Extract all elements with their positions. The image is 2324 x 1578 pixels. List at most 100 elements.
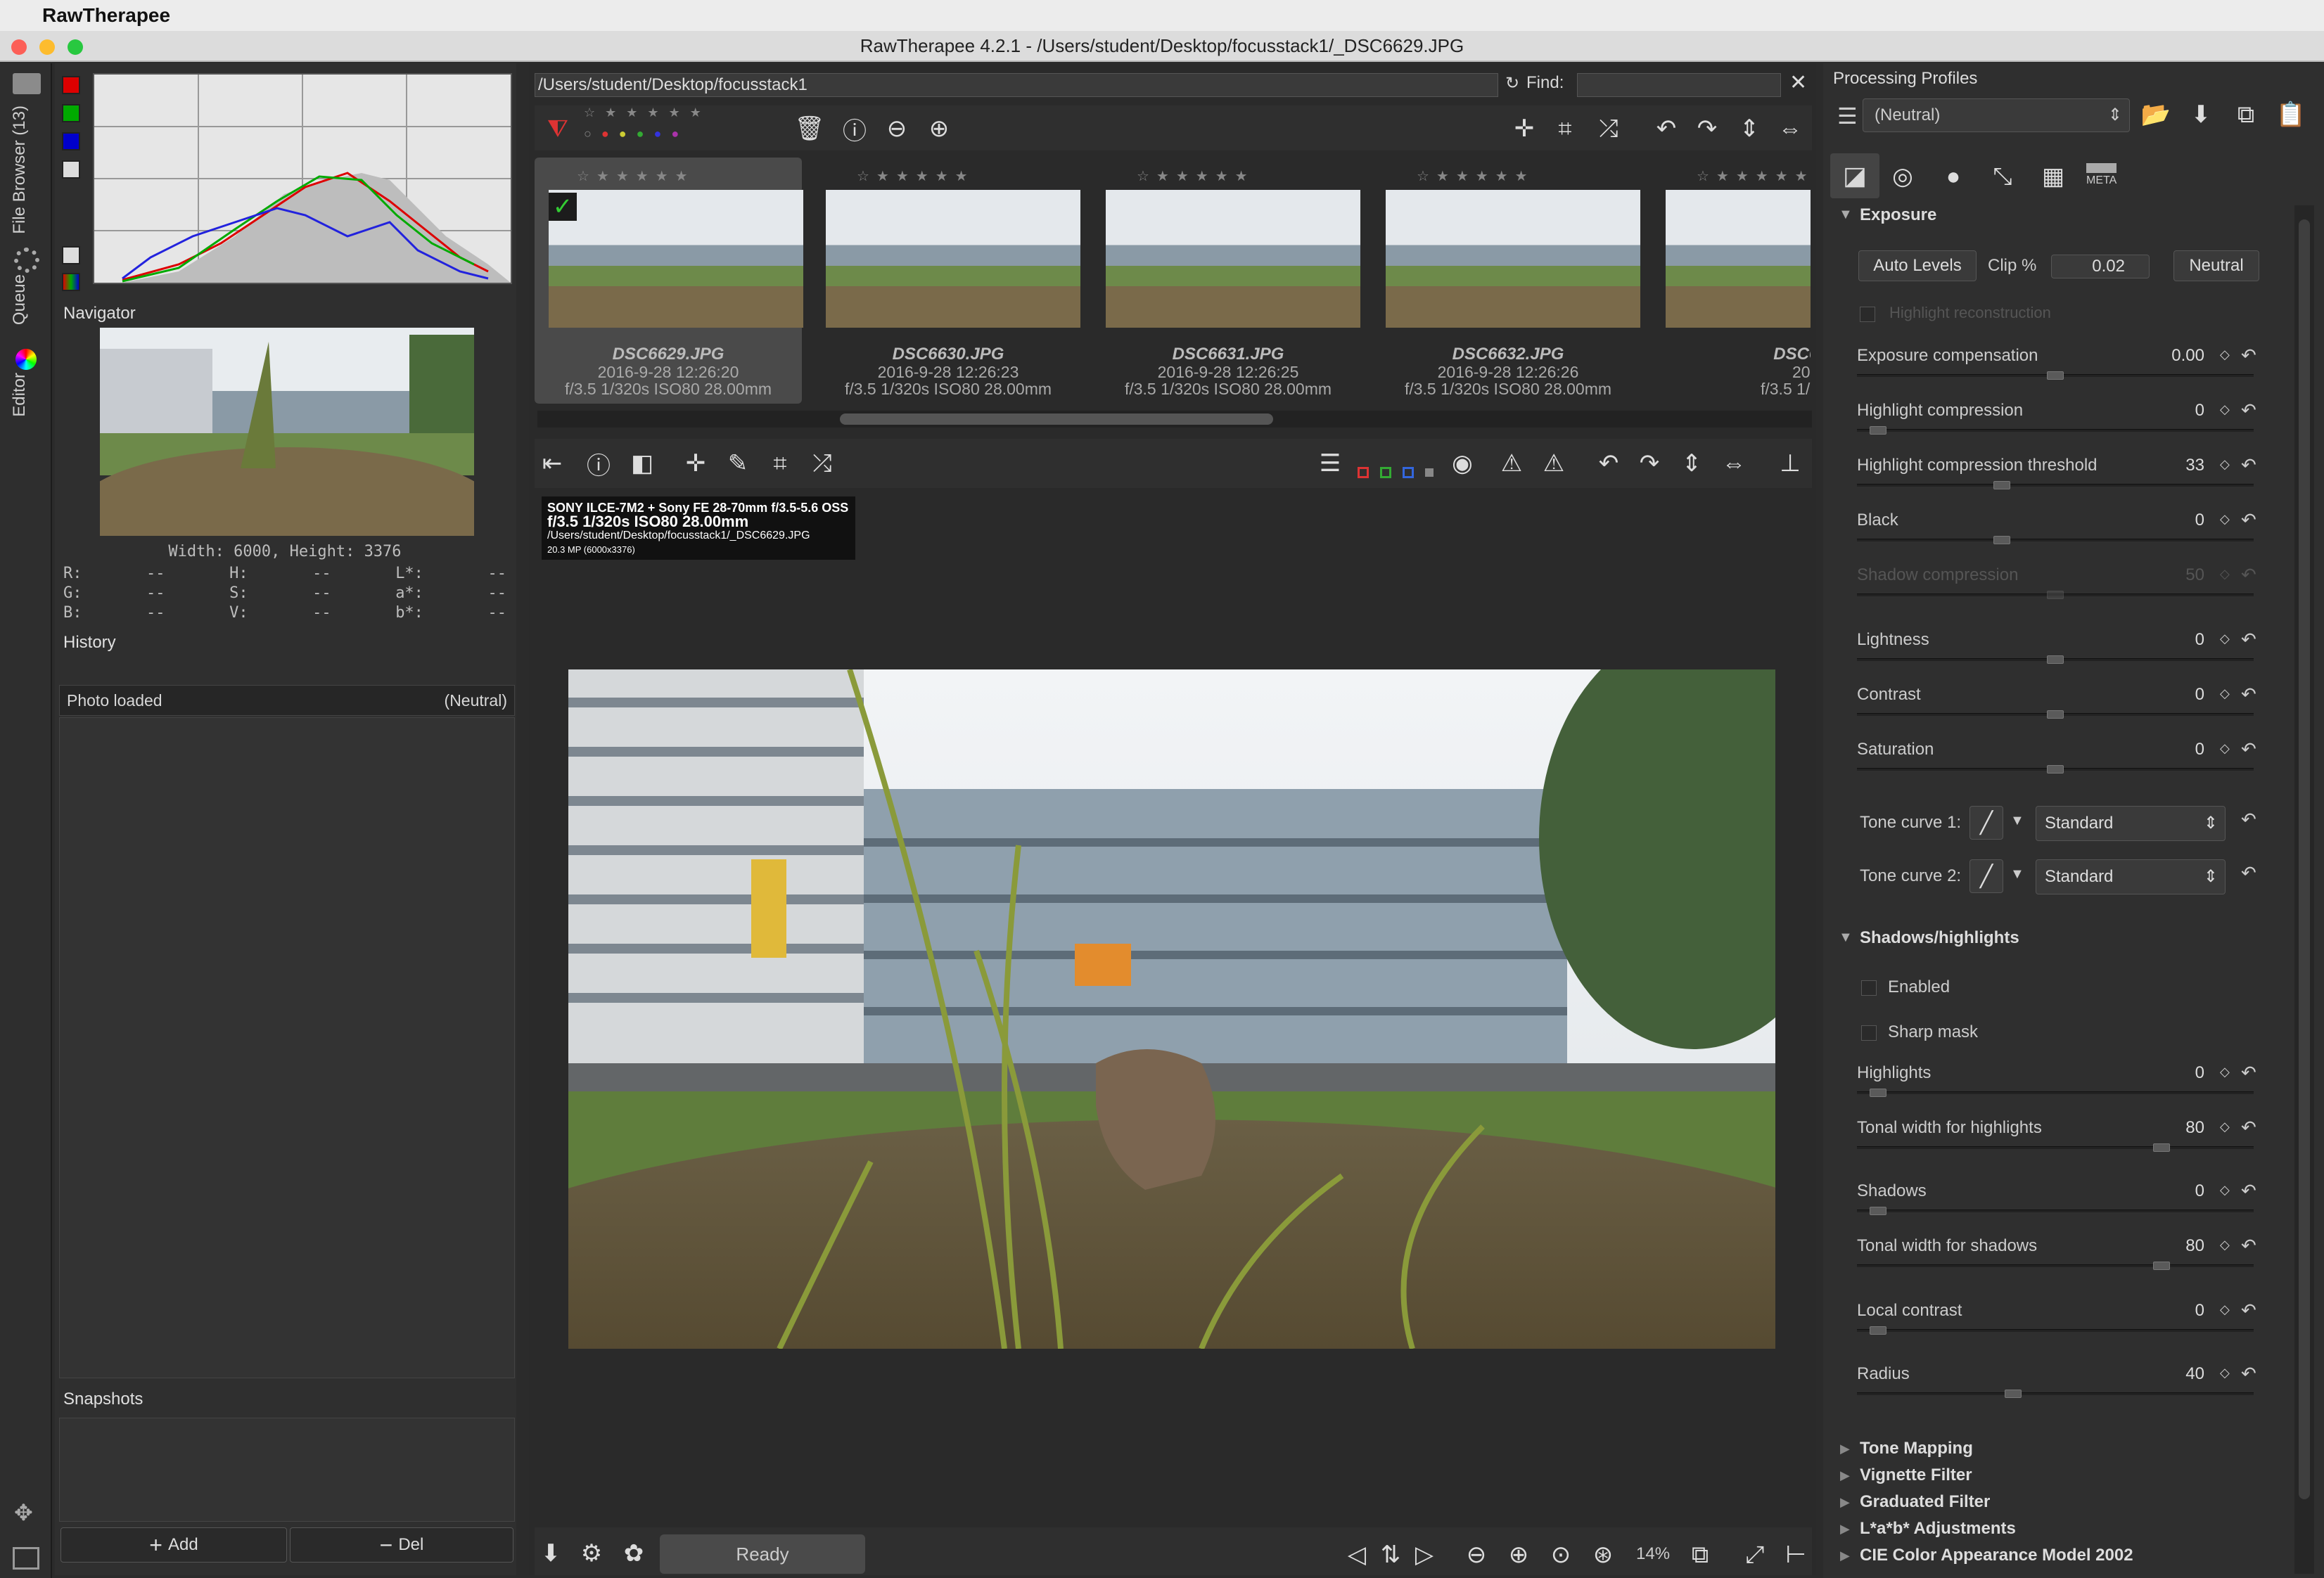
spin-icon[interactable]: ◇ xyxy=(2220,686,2230,701)
reset-icon[interactable]: ↶ xyxy=(2241,1235,2256,1257)
rotate-right-icon[interactable]: ↷ xyxy=(1690,110,1725,148)
slider-handle[interactable] xyxy=(1993,536,2011,544)
slider-handle[interactable] xyxy=(2047,765,2064,774)
slider-handle[interactable] xyxy=(2047,710,2064,719)
info-icon[interactable]: ⓘ xyxy=(581,444,616,482)
filter-icon[interactable]: ⧨ xyxy=(540,110,575,148)
crop-icon[interactable]: ⌗ xyxy=(1547,110,1583,148)
reset-icon[interactable]: ↶ xyxy=(2241,738,2256,760)
tab-editor[interactable]: Editor xyxy=(10,373,30,417)
flip-vertical-icon[interactable]: ⇕ xyxy=(1732,110,1767,148)
reset-icon[interactable]: ↶ xyxy=(2241,345,2256,366)
rank-stars[interactable]: ☆★★★★★ xyxy=(577,167,695,185)
rank-stars[interactable]: ☆★★★★★ xyxy=(857,167,975,185)
app-menu[interactable]: RawTherapee xyxy=(42,4,170,27)
reset-icon[interactable]: ↶ xyxy=(2241,1300,2256,1321)
slider-value[interactable]: 0 xyxy=(2148,1063,2204,1083)
spin-icon[interactable]: ◇ xyxy=(2220,631,2230,646)
zoom-in-icon[interactable]: ⊕ xyxy=(921,110,957,148)
slider-handle[interactable] xyxy=(1870,426,1886,435)
slider-value[interactable]: 0.00 xyxy=(2148,346,2204,366)
sharp-mask-checkbox[interactable] xyxy=(1861,1025,1877,1041)
tone-curve2-type-select[interactable]: Standard ⇕ xyxy=(2036,859,2226,894)
histogram-raw-toggle[interactable] xyxy=(62,246,80,264)
straighten-icon[interactable]: ⤮ xyxy=(805,444,840,482)
rank-filter-stars[interactable]: ☆★★★★★ xyxy=(584,105,711,120)
blue-channel-icon[interactable] xyxy=(1403,467,1414,478)
slider-handle[interactable] xyxy=(1993,481,2011,489)
spin-icon[interactable]: ◇ xyxy=(2220,567,2230,582)
straighten-icon[interactable]: ⤮ xyxy=(1591,110,1626,148)
slider-value[interactable]: 0 xyxy=(2148,1181,2204,1201)
refresh-icon[interactable]: ↻ xyxy=(1505,73,1519,94)
tab-color[interactable]: ● xyxy=(1936,158,1971,195)
zoom-fit-icon[interactable]: ⊛ xyxy=(1585,1536,1621,1574)
new-window-icon[interactable]: ⧉ xyxy=(1683,1536,1718,1574)
thumbnail-image[interactable] xyxy=(826,190,1080,328)
reset-icon[interactable]: ↶ xyxy=(2241,1180,2256,1202)
spin-icon[interactable]: ◇ xyxy=(2220,1302,2230,1317)
tab-exposure[interactable]: ◪ xyxy=(1830,153,1879,198)
rank-stars[interactable]: ☆★★★★★ xyxy=(1137,167,1255,185)
profile-select[interactable]: (Neutral) ⇕ xyxy=(1863,98,2130,132)
thumbnail-item[interactable]: ☆★★★★★ DSC6630.JPG 2016-9-28 12:26:23 f/… xyxy=(815,158,1082,404)
histogram-red-toggle[interactable] xyxy=(62,76,80,94)
tab-detail[interactable]: ◎ xyxy=(1885,158,1920,195)
zoom-out-icon[interactable]: ⊖ xyxy=(879,110,914,148)
color-picker-icon[interactable]: ✎ xyxy=(720,444,755,482)
shadow-clipping-icon[interactable]: ⚠ xyxy=(1494,444,1529,482)
save-profile-icon[interactable]: ⬇ xyxy=(2183,96,2218,134)
slider-handle[interactable] xyxy=(2047,591,2064,599)
green-channel-icon[interactable] xyxy=(1380,467,1391,478)
save-icon[interactable]: ⬇ xyxy=(533,1534,568,1572)
exposure-title[interactable]: Exposure xyxy=(1860,205,1936,225)
reset-icon[interactable]: ↶ xyxy=(2241,509,2256,531)
histogram-bar-toggle[interactable] xyxy=(62,273,80,291)
slider-handle[interactable] xyxy=(1870,1089,1886,1097)
spin-icon[interactable]: ◇ xyxy=(2220,1366,2230,1380)
reset-icon[interactable]: ↶ xyxy=(2241,1117,2256,1138)
tab-meta[interactable]: META xyxy=(2086,163,2117,187)
neutral-button[interactable]: Neutral xyxy=(2173,250,2259,281)
slider-track[interactable] xyxy=(1857,1264,2254,1267)
next-image-icon[interactable]: ▷ xyxy=(1407,1536,1442,1574)
shadows-highlights-title[interactable]: Shadows/highlights xyxy=(1860,928,2019,948)
slider-handle[interactable] xyxy=(1870,1326,1886,1335)
add-snapshot-button[interactable]: + Add xyxy=(60,1527,287,1563)
delete-snapshot-button[interactable]: − Del xyxy=(290,1527,513,1563)
load-profile-icon[interactable]: 📂 xyxy=(2138,96,2173,134)
expander-arrow-icon[interactable]: ▶ xyxy=(1840,1495,1850,1510)
filmstrip-icon[interactable] xyxy=(13,1547,39,1570)
thumbnail-item[interactable]: ☆★★★★★ ✓ DSC6629.JPG 2016-9-28 12:26:20 … xyxy=(535,158,803,404)
collapsed-section-title[interactable]: Vignette Filter xyxy=(1860,1465,1972,1485)
expander-arrow-icon[interactable]: ▼ xyxy=(1839,207,1853,223)
spin-icon[interactable]: ◇ xyxy=(2220,457,2230,472)
hide-right-panel-icon[interactable]: ⊢ xyxy=(1778,1536,1813,1574)
slider-handle[interactable] xyxy=(2153,1262,2171,1270)
zoom-100-icon[interactable]: ⊙ xyxy=(1543,1536,1578,1574)
sync-icon[interactable]: ⇅ xyxy=(1373,1536,1408,1574)
expander-arrow-icon[interactable]: ▼ xyxy=(1839,930,1853,946)
scrollbar-thumb[interactable] xyxy=(840,413,1273,425)
enabled-checkbox[interactable] xyxy=(1861,980,1877,996)
slider-value[interactable]: 0 xyxy=(2148,1301,2204,1321)
copy-profile-icon[interactable]: ⧉ xyxy=(2228,96,2264,134)
slider-value[interactable]: 50 xyxy=(2148,565,2204,585)
thumbnail-image[interactable] xyxy=(1666,190,1811,328)
rank-stars[interactable]: ☆★★★★★ xyxy=(1697,167,1811,185)
find-input[interactable] xyxy=(1577,73,1781,97)
external-editor-icon[interactable]: ✿ xyxy=(616,1534,651,1572)
luminance-channel-icon[interactable] xyxy=(1425,468,1434,477)
reset-icon[interactable]: ↶ xyxy=(2241,862,2256,884)
collapsed-section-title[interactable]: Graduated Filter xyxy=(1860,1492,1990,1512)
highlight-reconstruction-checkbox[interactable] xyxy=(1860,307,1875,322)
reset-icon[interactable]: ↶ xyxy=(2241,629,2256,650)
thumbnail-item[interactable]: ☆★★★★★ DSC6632.JPG 2016-9-28 12:26:26 f/… xyxy=(1374,158,1642,404)
reset-icon[interactable]: ↶ xyxy=(2241,809,2256,830)
navigator-preview[interactable] xyxy=(76,328,498,574)
slider-value[interactable]: 0 xyxy=(2148,685,2204,705)
flip-horizontal-icon[interactable]: ⇔ xyxy=(1716,444,1751,482)
clip-spinbox[interactable]: 0.02 xyxy=(2051,255,2150,278)
slider-track[interactable] xyxy=(1857,1392,2254,1395)
fullscreen-icon[interactable]: ⤢ xyxy=(1737,1536,1773,1574)
